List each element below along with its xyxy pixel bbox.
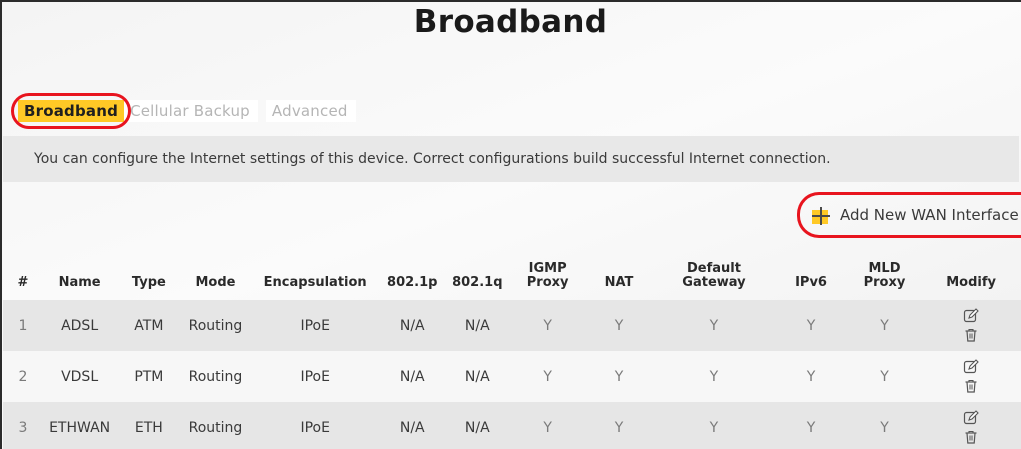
column-header: Type <box>131 275 166 290</box>
table-cell: Y <box>543 368 552 385</box>
table-cell: PTM <box>134 368 164 385</box>
edit-icon[interactable] <box>963 359 979 375</box>
column-header: IGMP Proxy <box>526 261 569 290</box>
table-row: 1 ADSL ATM Routing IPoE N/A N/A Y Y Y Y Y <box>3 300 1021 351</box>
table-cell: VDSL <box>61 368 99 385</box>
column-header: Default Gateway <box>682 261 746 290</box>
column-header: NAT <box>604 275 634 290</box>
table-cell: IPoE <box>300 368 330 385</box>
table-cell: N/A <box>399 419 425 436</box>
column-header: MLD Proxy <box>863 261 906 290</box>
table-cell: 1 <box>18 317 28 334</box>
page-description: You can configure the Internet settings … <box>3 136 1019 182</box>
edit-icon[interactable] <box>963 410 979 426</box>
table-cell: N/A <box>464 419 490 436</box>
column-header: Name <box>58 275 101 290</box>
table-cell: 2 <box>18 368 28 385</box>
delete-icon[interactable] <box>963 327 979 343</box>
tab-advanced[interactable]: Advanced <box>265 100 356 122</box>
tab-separator <box>258 100 266 122</box>
tab-cellular-backup[interactable]: Cellular Backup <box>124 100 258 122</box>
column-header: Modify <box>946 275 996 290</box>
table-cell: Y <box>614 368 624 385</box>
table-cell: Y <box>880 419 889 436</box>
table-header-row: # Name Type Mode Encapsulation 802.1p 802.1q IG… <box>3 244 1021 300</box>
edit-icon[interactable] <box>963 308 979 324</box>
column-header: IPv6 <box>795 275 827 290</box>
wan-interface-table: # Name Type Mode Encapsulation 802.1p 802.1q IG… <box>3 244 1021 449</box>
tab-broadband[interactable]: Broadband <box>18 100 125 122</box>
table-cell: Y <box>709 419 719 436</box>
table-cell: Y <box>543 317 552 334</box>
table-cell: Y <box>806 368 816 385</box>
table-cell: Y <box>880 368 889 385</box>
modify-cell <box>921 351 1021 402</box>
column-header: 802.1p <box>387 275 438 290</box>
modify-cell <box>921 402 1021 449</box>
table-cell: Y <box>709 317 719 334</box>
column-header: Mode <box>195 275 236 290</box>
tab-bar: Broadband Cellular Backup Advanced <box>18 100 356 122</box>
table-cell: N/A <box>399 317 425 334</box>
table-row: 2 VDSL PTM Routing IPoE N/A N/A Y Y Y Y Y <box>3 351 1021 402</box>
table-cell: N/A <box>399 368 425 385</box>
table-cell: 3 <box>18 419 28 436</box>
modify-cell <box>921 300 1021 351</box>
table-cell: Y <box>614 419 624 436</box>
table-cell: N/A <box>464 317 490 334</box>
table-cell: Y <box>806 419 816 436</box>
plus-icon <box>810 204 832 226</box>
add-wan-interface-label: Add New WAN Interface <box>840 206 1019 224</box>
table-cell: Y <box>709 368 719 385</box>
delete-icon[interactable] <box>963 378 979 394</box>
table-cell: Routing <box>188 419 243 436</box>
table-cell: ETHWAN <box>49 419 111 436</box>
table-cell: N/A <box>464 368 490 385</box>
table-cell: Y <box>880 317 889 334</box>
delete-icon[interactable] <box>963 429 979 445</box>
page-title: Broadband <box>413 4 608 40</box>
table-cell: Y <box>614 317 624 334</box>
add-wan-interface-button[interactable]: Add New WAN Interface <box>810 202 1019 228</box>
table-cell: IPoE <box>300 419 330 436</box>
table-cell: Y <box>543 419 552 436</box>
table-cell: ATM <box>134 317 164 334</box>
column-header: 802.1q <box>452 275 503 290</box>
table-cell: Y <box>806 317 816 334</box>
table-cell: Routing <box>188 368 243 385</box>
table-cell: ADSL <box>61 317 99 334</box>
column-header: # <box>17 275 29 290</box>
table-cell: IPoE <box>300 317 330 334</box>
column-header: Encapsulation <box>263 275 367 290</box>
table-row: 3 ETHWAN ETH Routing IPoE N/A N/A Y Y Y Y Y <box>3 402 1021 449</box>
table-cell: ETH <box>134 419 163 436</box>
table-cell: Routing <box>188 317 243 334</box>
